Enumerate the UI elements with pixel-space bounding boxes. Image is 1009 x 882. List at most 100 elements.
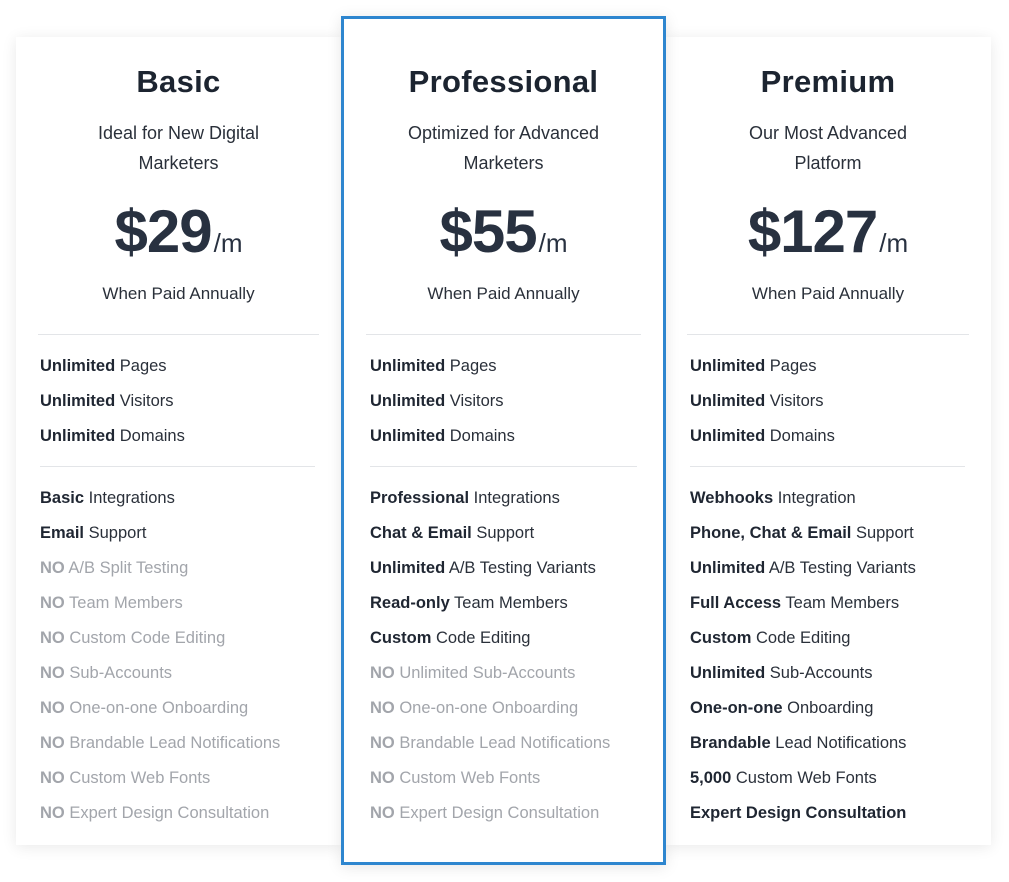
- core-feature: Unlimited Domains: [370, 427, 515, 446]
- core-feature: Unlimited Pages: [690, 357, 817, 376]
- feature-emphasis: Unlimited: [370, 357, 446, 375]
- plan-price: $127/m: [665, 197, 991, 266]
- feature-text: Integration: [773, 489, 856, 507]
- feature-item: Phone, Chat & Email Support: [690, 524, 914, 543]
- divider: [687, 334, 969, 335]
- feature-text: Domains: [115, 427, 185, 445]
- feature-item: NO Brandable Lead Notifications: [370, 734, 610, 753]
- plan-price: $55/m: [344, 197, 663, 266]
- plan-card-professional[interactable]: Professional Optimized for Advanced Market…: [341, 16, 666, 865]
- feature-item: NO A/B Split Testing: [40, 559, 188, 578]
- feature-emphasis: NO: [40, 804, 65, 822]
- core-feature: Unlimited Visitors: [690, 392, 824, 411]
- price-amount: $55: [439, 198, 538, 265]
- feature-emphasis: NO: [40, 664, 65, 682]
- plan-price: $29/m: [16, 197, 341, 266]
- billing-note: When Paid Annually: [427, 284, 580, 303]
- feature-item: NO Sub-Accounts: [40, 664, 172, 683]
- feature-item: NO Expert Design Consultation: [370, 804, 599, 823]
- billing-note: When Paid Annually: [102, 284, 255, 303]
- feature-text: Lead Notifications: [770, 734, 907, 752]
- feature-emphasis: Unlimited: [370, 559, 446, 577]
- feature-emphasis: Unlimited: [690, 357, 766, 375]
- feature-text: Integrations: [84, 489, 175, 507]
- price-amount: $29: [114, 198, 213, 265]
- feature-emphasis: Unlimited: [370, 392, 446, 410]
- feature-emphasis: Professional: [370, 489, 470, 507]
- plan-card-basic[interactable]: Basic Ideal for New Digital Marketers $29/m…: [16, 37, 341, 845]
- feature-text: Custom Web Fonts: [64, 769, 211, 787]
- feature-item: NO One-on-one Onboarding: [40, 699, 248, 718]
- feature-item: NO Unlimited Sub-Accounts: [370, 664, 575, 683]
- plan-title: Professional: [408, 64, 599, 99]
- feature-text: A/B Testing Variants: [445, 559, 596, 577]
- feature-emphasis: Webhooks: [690, 489, 774, 507]
- feature-emphasis: Full Access: [690, 594, 782, 612]
- feature-text: A/B Split Testing: [64, 559, 189, 577]
- feature-emphasis: Unlimited: [690, 559, 766, 577]
- feature-text: Unlimited Sub-Accounts: [394, 664, 576, 682]
- feature-emphasis: Custom: [370, 629, 432, 647]
- core-feature: Unlimited Visitors: [40, 392, 174, 411]
- feature-emphasis: NO: [370, 699, 395, 717]
- divider: [366, 334, 641, 335]
- feature-text: Expert Design Consultation: [394, 804, 600, 822]
- feature-item: Unlimited Sub-Accounts: [690, 664, 872, 683]
- feature-item: Custom Code Editing: [690, 629, 851, 648]
- plan-subtitle-line1: Ideal for New Digital: [97, 123, 260, 143]
- plan-title: Basic: [136, 64, 221, 99]
- feature-item: Basic Integrations: [40, 489, 175, 508]
- feature-item: 5,000 Custom Web Fonts: [690, 769, 877, 788]
- feature-item: NO Custom Web Fonts: [40, 769, 210, 788]
- feature-text: Support: [84, 524, 147, 542]
- feature-emphasis: Unlimited: [690, 392, 766, 410]
- feature-text: Visitors: [115, 392, 174, 410]
- feature-emphasis: NO: [370, 664, 395, 682]
- feature-text: Pages: [765, 357, 817, 375]
- feature-item: Expert Design Consultation: [690, 804, 906, 823]
- feature-item: Custom Code Editing: [370, 629, 531, 648]
- feature-text: Team Members: [64, 594, 183, 612]
- feature-emphasis: NO: [370, 804, 395, 822]
- core-feature: Unlimited Domains: [690, 427, 835, 446]
- feature-text: Custom Web Fonts: [731, 769, 877, 787]
- feature-emphasis: Basic: [40, 489, 85, 507]
- feature-emphasis: NO: [40, 559, 65, 577]
- feature-text: Domains: [445, 427, 515, 445]
- plan-subtitle-line2: Marketers: [138, 153, 219, 173]
- feature-text: Brandable Lead Notifications: [64, 734, 281, 752]
- feature-item: One-on-one Onboarding: [690, 699, 873, 718]
- feature-item: NO Brandable Lead Notifications: [40, 734, 280, 753]
- feature-text: Onboarding: [782, 699, 874, 717]
- plan-subtitle-line2: Platform: [794, 153, 862, 173]
- feature-text: Expert Design Consultation: [64, 804, 270, 822]
- feature-text: Custom Code Editing: [64, 629, 226, 647]
- price-amount: $127: [747, 198, 878, 265]
- feature-emphasis: One-on-one: [690, 699, 783, 717]
- core-feature: Unlimited Pages: [370, 357, 497, 376]
- feature-emphasis: NO: [40, 734, 65, 752]
- feature-text: Sub-Accounts: [64, 664, 173, 682]
- core-feature: Unlimited Visitors: [370, 392, 504, 411]
- feature-item: Brandable Lead Notifications: [690, 734, 906, 753]
- price-period: /m: [538, 228, 568, 258]
- core-feature: Unlimited Domains: [40, 427, 185, 446]
- feature-text: Domains: [765, 427, 835, 445]
- plan-subtitle-line1: Optimized for Advanced: [407, 123, 600, 143]
- feature-emphasis: Unlimited: [370, 427, 446, 445]
- feature-text: Visitors: [445, 392, 504, 410]
- feature-emphasis: Phone, Chat & Email: [690, 524, 852, 542]
- feature-text: Code Editing: [431, 629, 531, 647]
- plan-card-premium[interactable]: Premium Our Most Advanced Platform $127/m Wh…: [665, 37, 991, 845]
- feature-item: Full Access Team Members: [690, 594, 899, 613]
- feature-emphasis: NO: [370, 734, 395, 752]
- feature-text: Brandable Lead Notifications: [394, 734, 611, 752]
- feature-emphasis: NO: [40, 699, 65, 717]
- feature-emphasis: Read-only: [370, 594, 450, 612]
- feature-item: NO One-on-one Onboarding: [370, 699, 578, 718]
- divider: [370, 466, 637, 467]
- feature-emphasis: Unlimited: [40, 392, 116, 410]
- feature-text: One-on-one Onboarding: [394, 699, 579, 717]
- plan-subtitle-line1: Our Most Advanced: [748, 123, 908, 143]
- feature-text: Team Members: [781, 594, 900, 612]
